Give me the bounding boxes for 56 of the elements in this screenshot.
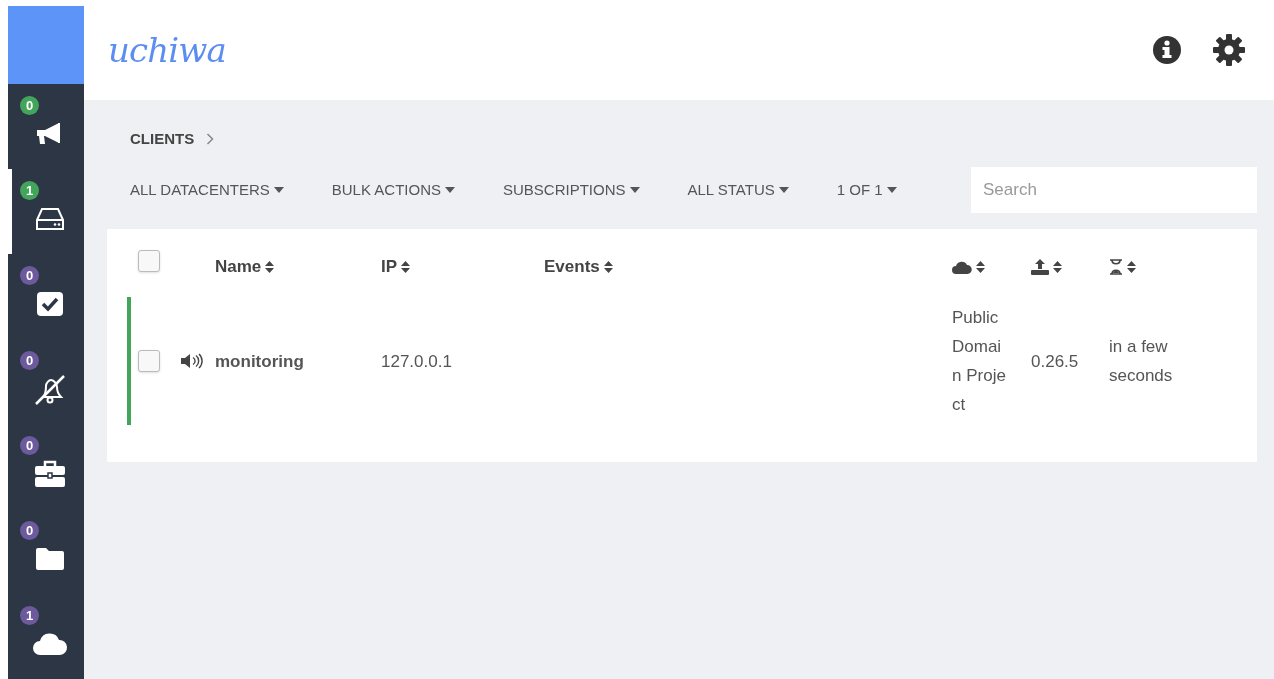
column-header[interactable]	[1109, 259, 1136, 275]
filter-dropdown[interactable]: SUBSCRIPTIONS	[502, 178, 640, 202]
sidebar-item[interactable]: 0	[8, 339, 84, 424]
info-icon[interactable]	[1152, 35, 1182, 65]
select-all-checkbox[interactable]	[138, 250, 160, 272]
hourglass-icon	[1109, 259, 1123, 275]
upload-icon	[1031, 259, 1049, 275]
sort-icon	[603, 260, 613, 274]
count-badge: 0	[20, 96, 39, 115]
search-field[interactable]: Search	[971, 167, 1257, 213]
cloud-icon	[32, 631, 68, 656]
table-cell: in a few seconds	[1109, 337, 1173, 385]
sort-icon	[1127, 260, 1136, 274]
column-header[interactable]: IP	[381, 254, 411, 280]
filter-dropdown[interactable]: ALL STATUS	[687, 178, 789, 202]
sort-icon	[976, 260, 985, 274]
caret-icon	[273, 187, 284, 193]
column-header[interactable]: Events	[544, 254, 613, 280]
caret-icon	[629, 187, 640, 193]
filter-dropdown[interactable]: BULK ACTIONS	[331, 178, 455, 202]
sidebar-item[interactable]: 0	[8, 424, 84, 509]
table-cell: 0.26.5	[1031, 351, 1079, 371]
sidebar-item[interactable]: 0	[8, 254, 84, 339]
count-badge: 0	[20, 436, 39, 455]
row-checkbox[interactable]	[138, 350, 160, 372]
count-badge: 0	[20, 521, 39, 540]
sort-icon	[401, 260, 411, 274]
filter-dropdown[interactable]: 1 OF 1	[836, 178, 897, 202]
checkbox-icon	[36, 290, 64, 317]
cloud-icon	[952, 260, 972, 274]
sort-icon	[265, 260, 275, 274]
speaker-icon[interactable]	[181, 353, 205, 369]
count-badge: 0	[20, 351, 39, 370]
caret-icon	[778, 187, 789, 193]
breadcrumb-link[interactable]: CLIENTS	[130, 127, 195, 151]
folder-icon	[35, 546, 65, 571]
sidebar-item[interactable]: 1	[8, 594, 84, 679]
count-badge: 1	[20, 606, 39, 625]
sort-icon	[1053, 260, 1062, 274]
logo: uchiwa	[108, 28, 226, 72]
client-name[interactable]: monitoring	[215, 351, 304, 371]
hard-drive-icon	[36, 206, 64, 231]
chevron-right-icon	[206, 133, 215, 145]
caret-icon	[886, 187, 897, 193]
filter-dropdown[interactable]: ALL DATACENTERS	[130, 178, 284, 202]
column-header[interactable]	[1031, 259, 1062, 275]
table-cell: 127.0.0.1	[381, 351, 452, 371]
column-header[interactable]	[952, 260, 985, 274]
column-header[interactable]: Name	[215, 254, 275, 280]
sidebar-item[interactable]: 0	[8, 509, 84, 594]
table-cell: Public Domain Project	[952, 308, 1006, 414]
count-badge: 0	[20, 266, 39, 285]
caret-icon	[444, 187, 455, 193]
settings-icon[interactable]	[1212, 33, 1246, 67]
count-badge: 1	[20, 181, 39, 200]
briefcase-icon	[34, 459, 66, 488]
